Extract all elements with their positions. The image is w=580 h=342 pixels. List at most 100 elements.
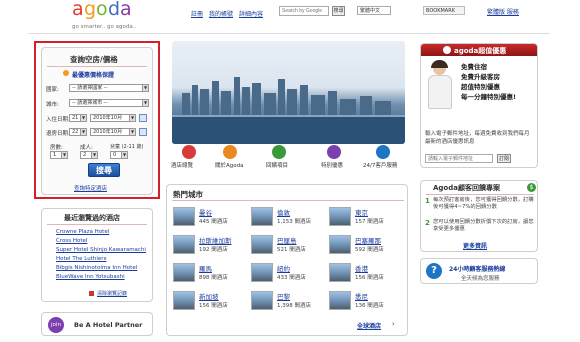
city-thumbnail[interactable] (251, 235, 273, 254)
adults-select[interactable]: 2 ▼ (80, 151, 98, 159)
search-panel-title: 查詢空房/價格 (70, 55, 118, 64)
country-select[interactable]: -- 請選擇國家 -- ▼ (69, 84, 149, 92)
best-rate-link[interactable]: 最優惠價格保證 (72, 70, 114, 79)
email-field[interactable] (425, 154, 493, 163)
recent-item[interactable]: Hotel The Luthiers (56, 256, 106, 262)
more-info-link[interactable]: 更多資訊 (463, 241, 487, 250)
recent-item[interactable]: Cross Hotel (56, 238, 87, 244)
step-1-badge: 1 (425, 197, 430, 205)
partner-label: Be A Hotel Partner (74, 321, 143, 329)
city-link[interactable]: 東京 (355, 207, 368, 217)
checkin-day-select[interactable]: 21 ▼ (69, 114, 87, 122)
clear-history-link[interactable]: 清除瀏覽記錄 (97, 290, 127, 297)
feature-label[interactable]: 24/7客戶服務 (363, 161, 397, 169)
city-thumbnail[interactable] (329, 207, 351, 226)
subscribe-button[interactable]: 訂閱 (497, 154, 511, 163)
support-247-icon[interactable] (376, 145, 390, 159)
special-offers-icon[interactable] (327, 145, 341, 159)
city-link[interactable]: 曼谷 (199, 207, 212, 217)
checkout-label: 退房日期: (46, 131, 70, 137)
chevron-down-icon: ▼ (129, 115, 135, 121)
feature-label[interactable]: 關於Agoda (215, 161, 243, 169)
city-link[interactable]: 香港 (355, 263, 368, 273)
city-link[interactable]: 紐約 (277, 263, 290, 273)
agoda-logo[interactable]: a g o d a (72, 0, 134, 24)
specific-hotel-link[interactable]: 查詢特定酒店 (74, 184, 107, 192)
rewards-item: 每次預訂客房後，您可獲得回饋分數，訂購後可獲得4~7%的回饋分數 (433, 197, 534, 210)
city-link[interactable]: 拉斯維加斯 (199, 235, 232, 245)
city-thumbnail[interactable] (329, 263, 351, 282)
city-thumbnail[interactable] (329, 291, 351, 310)
city-link[interactable]: 羅馬 (199, 263, 212, 273)
checkout-month-select[interactable]: 2010年10月 ▼ (90, 128, 136, 136)
city-thumbnail[interactable] (329, 235, 351, 254)
recent-item[interactable]: Crowne Plaza Hotel (56, 229, 109, 235)
city-thumbnail[interactable] (251, 291, 273, 310)
join-badge: join (48, 317, 64, 333)
skyline-illustration (172, 77, 405, 144)
promo-line: 超值特別優惠 (461, 83, 500, 91)
search-submit-button[interactable]: 搜尋 (88, 163, 120, 177)
rooms-label: 房數: (50, 145, 63, 151)
search-button[interactable]: 搜尋 (332, 6, 345, 16)
checkin-month-select[interactable]: 2010年10月 ▼ (90, 114, 136, 122)
partner-panel[interactable]: join Be A Hotel Partner (41, 312, 153, 336)
children-label: 兒童 (2-11 歲) (110, 144, 144, 150)
feature-label[interactable]: 特別優惠 (321, 161, 343, 169)
city-link[interactable]: 巴塞羅那 (355, 235, 381, 245)
search-input[interactable] (279, 6, 329, 16)
city-link[interactable]: 倫敦 (277, 207, 290, 217)
city-count: 521 間酒店 (277, 247, 306, 253)
nav-my-account[interactable]: 我的帳號 (209, 9, 233, 18)
hotel-overview-icon[interactable] (182, 145, 196, 159)
checkin-label: 入住日期: (46, 117, 70, 123)
promo-line: 每一分鐘特別優惠! (461, 93, 516, 101)
city-thumbnail[interactable] (251, 263, 273, 282)
city-link[interactable]: 新加坡 (199, 291, 219, 301)
feature-label[interactable]: 回饋項目 (266, 161, 288, 169)
recent-item[interactable]: Super Hotel Shinjo Kawaramachi (56, 247, 146, 253)
city-link[interactable]: 巴黎 (277, 291, 290, 301)
checkout-month: 2010年10月 (93, 129, 123, 135)
cs-link[interactable]: 繁體版 服務 (487, 7, 519, 16)
city-link[interactable]: 巴厘島 (277, 235, 297, 245)
language-select[interactable]: 繁體中文 (357, 6, 391, 15)
bookmark-button[interactable]: BOOKMARK (423, 6, 465, 15)
popular-cities-title: 熱門城市 (173, 190, 203, 199)
calendar-icon[interactable] (139, 114, 147, 122)
popular-underline (172, 200, 404, 201)
city-count: 192 間酒店 (199, 247, 228, 253)
city-thumbnail[interactable] (173, 235, 195, 254)
language-label: 繁體中文 (360, 8, 381, 14)
rewards-icon[interactable] (272, 145, 286, 159)
recent-item[interactable]: Bibgis Nishinotoima Inn Hotel (56, 265, 137, 271)
checkout-day: 22 (72, 129, 79, 135)
chevron-down-icon: ▼ (80, 115, 86, 121)
nav-register[interactable]: 註冊 (191, 9, 203, 18)
city-count: 433 間酒店 (277, 275, 306, 281)
children-select[interactable]: 0 ▼ (110, 151, 128, 159)
rooms-select[interactable]: 1 ▼ (50, 151, 68, 159)
support-panel[interactable]: ? 24小時顧客服務熱線 全天候為您服務 (420, 258, 538, 284)
city-link[interactable]: 悉尼 (355, 291, 368, 301)
adults-label: 成人: (80, 145, 93, 151)
hero-skyline-image (172, 41, 405, 144)
feature-label[interactable]: 酒店總覽 (171, 161, 193, 169)
children-value: 0 (113, 152, 117, 158)
city-thumbnail[interactable] (173, 207, 195, 226)
nav-details[interactable]: 詳細內容 (239, 9, 263, 18)
city-select[interactable]: -- 請選擇城市 -- ▼ (69, 99, 149, 107)
city-thumbnail[interactable] (173, 291, 195, 310)
adults-value: 2 (83, 152, 87, 158)
about-agoda-icon[interactable] (223, 145, 237, 159)
calendar-icon[interactable] (139, 128, 147, 136)
city-count: 157 間酒店 (355, 219, 384, 225)
all-cities-link[interactable]: 全球酒店 (357, 321, 381, 330)
recent-underline (47, 224, 147, 225)
logo-tagline: go smarter.. go agoda.. (72, 24, 137, 30)
city-thumbnail[interactable] (251, 207, 273, 226)
recent-panel: 最近瀏覽過的酒店 Crowne Plaza Hotel Cross Hotel … (41, 208, 153, 302)
checkout-day-select[interactable]: 22 ▼ (69, 128, 87, 136)
city-thumbnail[interactable] (173, 263, 195, 282)
recent-item[interactable]: BlueWave Inn Yotsubashi (56, 274, 125, 280)
